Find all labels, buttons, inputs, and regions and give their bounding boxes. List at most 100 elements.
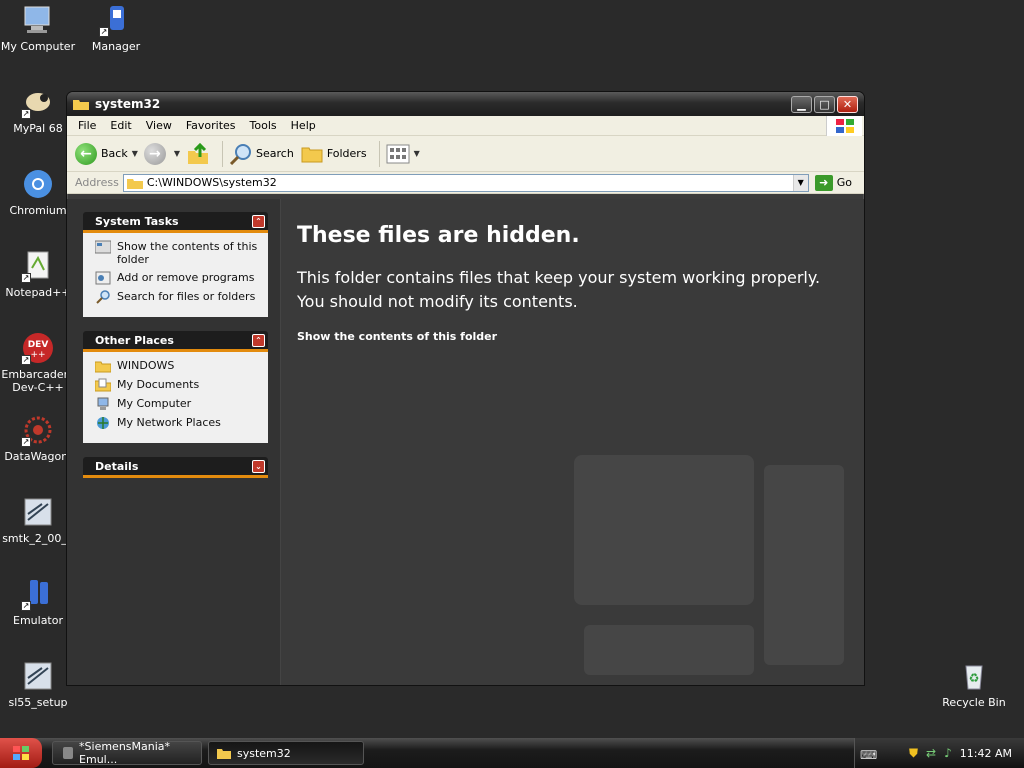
panel-header[interactable]: System Tasks ⌃ [83,212,268,233]
add-remove-programs-icon [95,271,111,285]
system-tray: ⛊ ⇄ ♪ 11:42 AM [854,738,1024,768]
message-text: This folder contains files that keep you… [297,268,821,311]
views-icon [386,144,410,163]
emulator-icon [63,747,73,759]
go-button[interactable]: ➜ Go [809,174,864,191]
taskbar-item-emulator[interactable]: *SiemensMania* Emul... [52,740,202,766]
address-bar: Address C:\WINDOWS\system32 ▼ ➜ Go [67,172,864,194]
windows-logo-icon [826,116,862,136]
start-button[interactable] [0,738,42,768]
chevron-down-icon[interactable]: ▼ [174,149,180,158]
task-add-remove-programs[interactable]: Add or remove programs [95,271,258,285]
desktop-icon-smtk[interactable]: smtk_2_00_3 [0,495,76,545]
place-windows[interactable]: WINDOWS [95,359,258,373]
desktop-icon-notepadpp[interactable]: ↗ Notepad++ [0,249,76,299]
address-label: Address [75,176,119,189]
up-folder-icon [188,142,209,164]
explorer-content: System Tasks ⌃ Show the contents of this… [67,199,864,685]
title-bar[interactable]: system32 ▁ □ ✕ [67,92,864,116]
recycle-bin-icon: ♻ [957,659,991,693]
other-places-panel: Other Places ⌃ WINDOWS My Documents My C… [83,331,268,443]
forward-button[interactable]: → ▼ [143,142,180,165]
clock[interactable]: 11:42 AM [960,747,1012,760]
computer-watermark-icon [574,455,844,675]
keyboard-icon[interactable]: ⌨ [860,748,877,762]
task-pane: System Tasks ⌃ Show the contents of this… [67,199,281,685]
page-heading: These files are hidden. [297,223,580,248]
desktop-icon-devcpp[interactable]: DEV ++ ↗ Embarcadero Dev-C++ [0,331,76,394]
desktop-icon-my-computer[interactable]: My Computer [0,3,76,53]
folder-icon [95,361,111,373]
search-icon [229,143,252,165]
address-value: C:\WINDOWS\system32 [146,176,277,189]
panel-header[interactable]: Details ⌄ [83,457,268,478]
task-show-contents[interactable]: Show the contents of this folder [95,240,258,266]
menu-edit[interactable]: Edit [103,119,138,132]
chevron-down-icon[interactable]: ▼ [132,149,138,158]
menu-favorites[interactable]: Favorites [179,119,243,132]
show-contents-icon [95,240,111,254]
close-button[interactable]: ✕ [837,95,858,113]
go-arrow-icon: ➜ [814,174,833,191]
computer-icon [21,3,55,37]
menu-help[interactable]: Help [284,119,323,132]
window-title: system32 [95,97,161,111]
emulator-icon: ↗ [21,577,55,611]
back-arrow-icon: ← [75,142,97,165]
show-contents-link[interactable]: Show the contents of this folder [297,330,848,343]
speaker-icon[interactable]: ♪ [944,746,952,760]
devcpp-icon: DEV ++ ↗ [21,331,55,365]
collapse-icon[interactable]: ⌃ [252,214,265,228]
folders-icon [301,147,323,162]
address-dropdown-button[interactable]: ▼ [792,174,808,191]
desktop-icon-emulator[interactable]: ↗ Emulator [0,577,76,627]
desktop-icon-datawagon[interactable]: ↗ DataWagon. [0,413,76,463]
system-tasks-panel: System Tasks ⌃ Show the contents of this… [83,212,268,317]
my-documents-icon [95,378,111,392]
menu-view[interactable]: View [139,119,179,132]
address-input[interactable]: C:\WINDOWS\system32 ▼ [122,173,809,192]
folders-button[interactable]: Folders [300,144,367,164]
expand-icon[interactable]: ⌄ [252,459,265,473]
back-button[interactable]: ← Back ▼ [75,142,138,165]
network-icon[interactable]: ⇄ [926,746,936,760]
desktop-icon-chromium[interactable]: Chromium [0,167,76,217]
desktop-icon-recycle-bin[interactable]: ♻ Recycle Bin [936,659,1012,709]
taskbar-item-system32[interactable]: system32 [208,741,364,765]
chevron-down-icon: ▼ [413,149,420,158]
menu-tools[interactable]: Tools [243,119,284,132]
views-button[interactable]: ▼ [386,144,420,164]
manager-icon: ↗ [99,3,133,37]
folder-icon [73,100,89,110]
panel-header[interactable]: Other Places ⌃ [83,331,268,352]
forward-arrow-icon: → [143,142,166,165]
svg-text:♻: ♻ [969,671,980,685]
explorer-window: system32 ▁ □ ✕ File Edit View Favorites … [66,91,865,686]
datawagon-icon: ↗ [21,413,55,447]
chromium-icon [21,167,55,201]
search-button[interactable]: Search [229,143,294,165]
details-panel: Details ⌄ [83,457,268,478]
up-folder-button[interactable] [186,142,210,165]
collapse-icon[interactable]: ⌃ [252,333,265,347]
place-my-computer[interactable]: My Computer [95,397,258,411]
installer-icon [21,495,55,529]
search-icon [96,290,110,304]
toolbar-separator [222,140,224,167]
toolbar: ← Back ▼ → ▼ Search Folders ▼ [67,136,864,172]
computer-icon [97,397,109,410]
desktop-icon-sl55-setup[interactable]: sl55_setup [0,659,76,709]
place-my-documents[interactable]: My Documents [95,378,258,392]
main-pane: These files are hidden. This folder cont… [281,199,864,685]
toolbar-separator [378,140,380,167]
shield-icon[interactable]: ⛊ [909,746,918,761]
network-places-icon [97,417,109,429]
menu-file[interactable]: File [71,119,103,132]
task-search-files[interactable]: Search for files or folders [95,290,258,304]
desktop-icon-manager[interactable]: ↗ Manager [78,3,154,53]
folder-icon [126,178,143,189]
minimize-button[interactable]: ▁ [791,95,812,113]
place-my-network-places[interactable]: My Network Places [95,416,258,430]
maximize-button[interactable]: □ [814,95,835,113]
desktop-icon-mypal[interactable]: ↗ MyPal 68 [0,85,76,135]
